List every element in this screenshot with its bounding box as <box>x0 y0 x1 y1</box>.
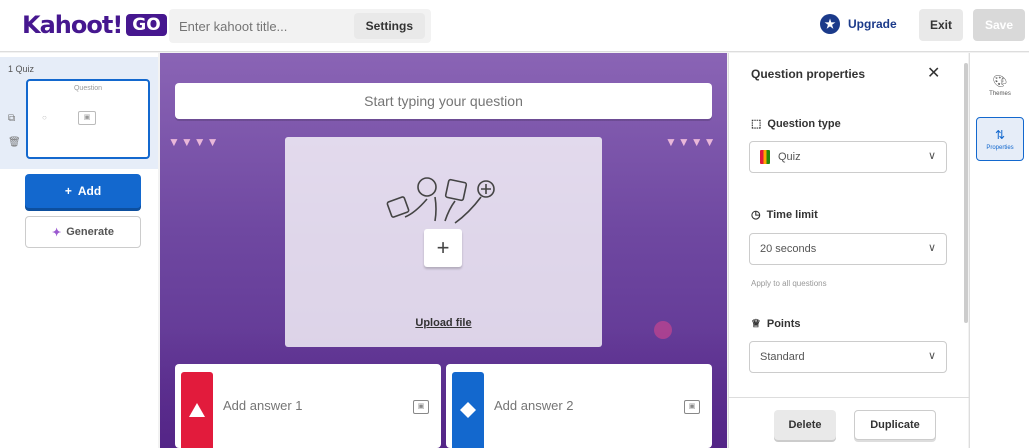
logo-badge: GO <box>126 14 167 36</box>
points-label: ♕ Points <box>751 317 801 331</box>
properties-title: Question properties <box>751 67 866 81</box>
properties-button[interactable]: ⇅ Properties <box>976 117 1024 161</box>
star-icon: ★ <box>820 14 840 34</box>
exit-button[interactable]: Exit <box>919 9 963 41</box>
question-type-value: Quiz <box>778 151 801 163</box>
answer-2-card[interactable]: ▣ <box>446 364 712 448</box>
time-limit-label: ◷ Time limit <box>751 208 818 222</box>
slide-sidebar: 1 Quiz ⧉ 🗑 Question ○ ▣ + Add ✦ Generate <box>0 53 158 448</box>
duplicate-slide-icon[interactable]: ⧉ <box>8 113 15 124</box>
delete-button[interactable]: Delete <box>774 410 836 440</box>
save-button[interactable]: Save <box>973 9 1025 41</box>
answer-2-input[interactable] <box>494 398 664 413</box>
upgrade-label: Upgrade <box>848 17 897 31</box>
answer-1-card[interactable]: ▣ <box>175 364 441 448</box>
question-bar <box>175 83 712 119</box>
chevron-down-icon: ∨ <box>927 350 936 362</box>
time-limit-value: 20 seconds <box>760 243 817 255</box>
add-label: Add <box>77 184 102 198</box>
properties-label: Properties <box>986 144 1014 151</box>
chevron-down-icon: ∨ <box>927 150 936 162</box>
question-type-label: ⬚ Question type <box>751 117 841 131</box>
media-upload-area[interactable]: + Upload file <box>285 137 602 347</box>
duplicate-button[interactable]: Duplicate <box>854 410 936 440</box>
question-canvas: ▼▼▼▼ ▼▼▼▼ + Upload file ▣ <box>160 53 727 448</box>
trophy-icon: ♕ <box>751 318 761 330</box>
add-media-button[interactable]: + <box>424 229 462 267</box>
chevron-down-icon: ∨ <box>927 242 936 254</box>
palette-icon: 🎨︎ <box>992 73 1008 88</box>
logo-text: Kahoot! <box>22 11 123 39</box>
kahoot-logo[interactable]: Kahoot! GO <box>22 11 167 39</box>
kahoot-title-input[interactable] <box>169 18 339 34</box>
plus-icon: + <box>64 184 72 198</box>
right-rail: 🎨︎ Themes ⇅ Properties <box>969 53 1029 448</box>
clock-icon: ◷ <box>751 209 761 221</box>
delete-slide-icon[interactable]: 🗑 <box>8 137 21 148</box>
top-bar: Kahoot! GO Settings ★ Upgrade Exit Save <box>0 0 1029 52</box>
slide-list-item[interactable]: 1 Quiz ⧉ 🗑 Question ○ ▣ <box>0 57 158 169</box>
image-placeholder-icon: ▣ <box>78 111 96 125</box>
points-select[interactable]: Standard ∨ <box>749 341 947 373</box>
themes-label: Themes <box>989 90 1011 97</box>
generate-label: Generate <box>66 226 114 238</box>
triangle-icon <box>181 372 213 448</box>
upload-file-link[interactable]: Upload file <box>285 317 602 329</box>
apply-to-all-link[interactable]: Apply to all questions <box>751 279 827 288</box>
properties-scrollbar[interactable] <box>964 63 968 323</box>
points-value: Standard <box>760 351 805 363</box>
answer-2-image-icon[interactable]: ▣ <box>684 400 700 414</box>
bunting-decoration: ▼▼▼▼ <box>665 135 717 149</box>
slide-number: 1 Quiz <box>8 64 35 74</box>
bunting-decoration: ▼▼▼▼ <box>168 135 220 149</box>
settings-button[interactable]: Settings <box>353 13 425 39</box>
question-type-icon: ⬚ <box>751 118 762 130</box>
sliders-icon: ⇅ <box>994 127 1006 142</box>
background-decoration <box>654 321 672 339</box>
question-properties-panel: Question properties ✕ ⬚ Question type Qu… <box>728 53 969 448</box>
answer-1-input[interactable] <box>223 398 393 413</box>
quiz-type-icon <box>760 150 770 164</box>
question-type-select[interactable]: Quiz ∨ <box>749 141 947 173</box>
time-limit-select[interactable]: 20 seconds ∨ <box>749 233 947 265</box>
upgrade-button[interactable]: ★ Upgrade <box>820 14 897 34</box>
title-box: Settings <box>169 9 431 43</box>
slide-thumbnail[interactable]: Question ○ ▣ <box>26 79 150 159</box>
slide-caption: Question <box>73 85 103 92</box>
diamond-icon <box>452 372 484 448</box>
themes-button[interactable]: 🎨︎ Themes <box>976 63 1024 107</box>
generate-button[interactable]: ✦ Generate <box>25 216 141 248</box>
question-input[interactable] <box>175 93 712 109</box>
slide-timer-placeholder: ○ <box>42 113 47 122</box>
close-icon[interactable]: ✕ <box>927 63 940 83</box>
add-question-button[interactable]: + Add <box>25 174 141 208</box>
sparkle-icon: ✦ <box>52 226 62 239</box>
answer-1-image-icon[interactable]: ▣ <box>413 400 429 414</box>
divider <box>729 397 969 398</box>
media-types-icon <box>386 177 495 224</box>
